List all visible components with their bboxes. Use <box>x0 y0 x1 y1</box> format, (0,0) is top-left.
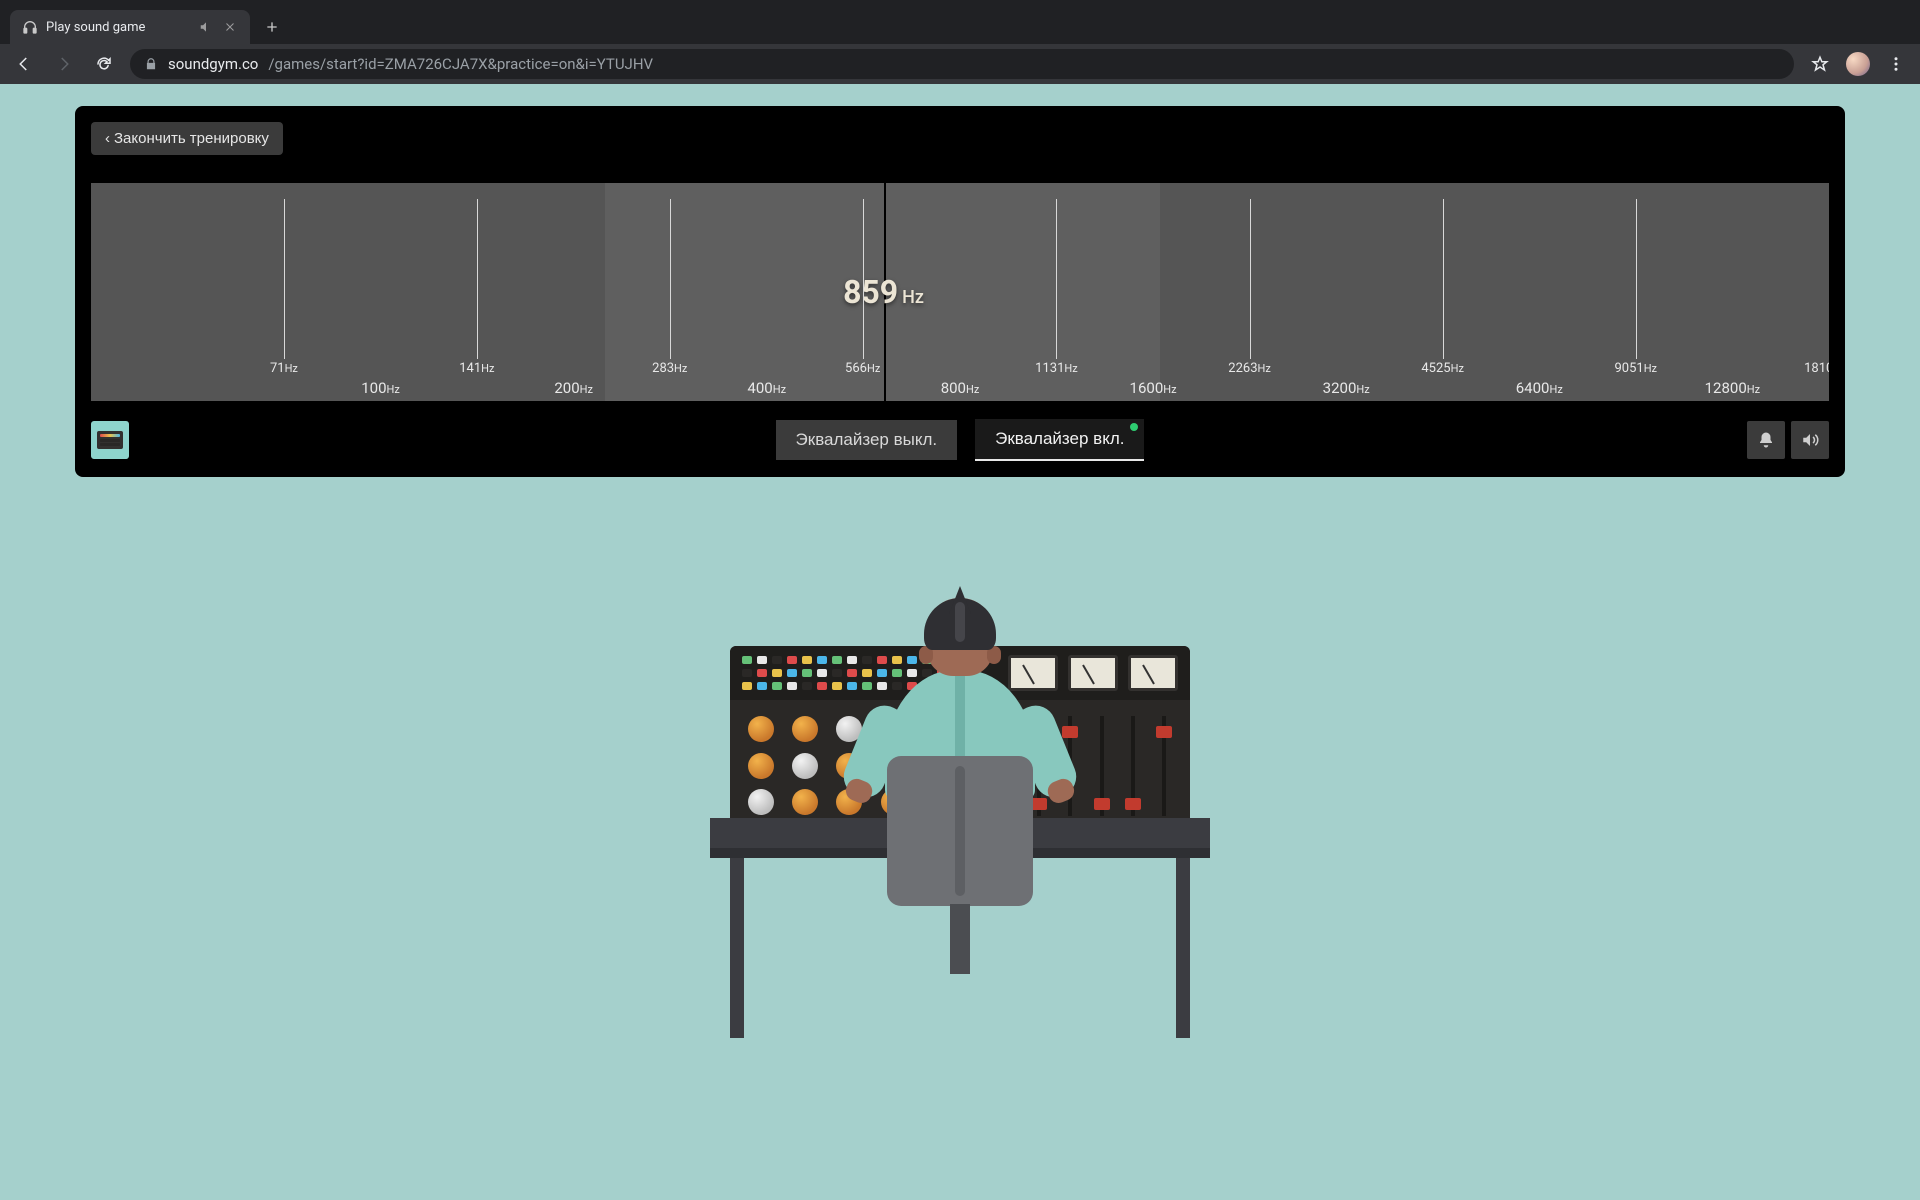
freq-tick-lower: 800Hz <box>941 379 980 397</box>
eq-on-label: Эквалайзер вкл. <box>995 429 1124 448</box>
kebab-menu-icon[interactable] <box>1882 50 1910 78</box>
freq-tick-lower: 100Hz <box>361 379 400 397</box>
notifications-button[interactable] <box>1747 421 1785 459</box>
freq-tick-lower: 200Hz <box>554 379 593 397</box>
speaker-icon <box>1801 431 1819 449</box>
bookmark-star-icon[interactable] <box>1806 50 1834 78</box>
forward-button[interactable] <box>50 50 78 78</box>
frequency-value: 859 <box>843 273 898 311</box>
freq-tick-upper: 9051Hz <box>1614 361 1657 376</box>
control-row: Эквалайзер выкл. Эквалайзер вкл. <box>75 401 1845 461</box>
finish-training-label: Закончить тренировку <box>114 130 269 147</box>
freq-gridline <box>477 199 478 359</box>
game-panel: ‹ Закончить тренировку 859Hz 71Hz 141Hz 28… <box>75 106 1845 477</box>
headphones-icon <box>22 19 38 35</box>
freq-gridline <box>670 199 671 359</box>
engineer-illustration <box>710 584 1210 1014</box>
freq-tick-upper: 4525Hz <box>1421 361 1464 376</box>
finish-training-button[interactable]: ‹ Закончить тренировку <box>91 122 283 155</box>
new-tab-button[interactable] <box>258 13 286 41</box>
chevron-left-icon: ‹ <box>105 130 110 147</box>
freq-tick-lower: 12800Hz <box>1705 379 1760 397</box>
freq-gridline <box>1056 199 1057 359</box>
freq-gridline <box>1250 199 1251 359</box>
url-host: soundgym.co <box>168 55 258 73</box>
volume-button[interactable] <box>1791 421 1829 459</box>
freq-gridline <box>284 199 285 359</box>
freq-tick-upper: 18102Hz <box>1804 361 1829 376</box>
freq-gridline <box>863 199 864 359</box>
freq-tick-lower: 1600Hz <box>1130 379 1177 397</box>
back-button[interactable] <box>10 50 38 78</box>
page-body: ‹ Закончить тренировку 859Hz 71Hz 141Hz 28… <box>0 84 1920 1200</box>
freq-tick-lower: 3200Hz <box>1323 379 1370 397</box>
tab-close-icon[interactable] <box>222 19 238 35</box>
console-icon <box>97 431 123 449</box>
eq-off-label: Эквалайзер выкл. <box>796 430 938 449</box>
freq-gridline <box>1636 199 1637 359</box>
equalizer-off-button[interactable]: Эквалайзер выкл. <box>776 420 958 460</box>
reload-button[interactable] <box>90 50 118 78</box>
freq-tick-lower: 6400Hz <box>1516 379 1563 397</box>
lock-icon <box>144 57 158 71</box>
game-thumbnail[interactable] <box>91 421 129 459</box>
tab-mute-icon[interactable] <box>198 19 214 35</box>
browser-tabstrip: Play sound game <box>0 0 1920 44</box>
freq-tick-upper: 141Hz <box>459 361 494 376</box>
frequency-readout: 859Hz <box>843 273 924 311</box>
bell-icon <box>1757 431 1775 449</box>
freq-tick-upper: 2263Hz <box>1228 361 1271 376</box>
freq-tick-upper: 1131Hz <box>1035 361 1078 376</box>
url-path: /games/start?id=ZMA726CJA7X&practice=on&… <box>268 55 653 73</box>
profile-avatar[interactable] <box>1846 52 1870 76</box>
freq-tick-upper: 71Hz <box>270 361 298 376</box>
address-bar[interactable]: soundgym.co/games/start?id=ZMA726CJA7X&p… <box>130 49 1794 79</box>
freq-tick-upper: 283Hz <box>652 361 687 376</box>
frequency-strip[interactable]: 859Hz 71Hz 141Hz 283Hz 566Hz 1131Hz 2263Hz 452… <box>91 183 1829 401</box>
equalizer-on-button[interactable]: Эквалайзер вкл. <box>975 419 1144 461</box>
tab-title: Play sound game <box>46 20 190 35</box>
browser-toolbar: soundgym.co/games/start?id=ZMA726CJA7X&p… <box>0 44 1920 84</box>
frequency-unit: Hz <box>902 287 924 308</box>
freq-tick-lower: 400Hz <box>747 379 786 397</box>
active-indicator-icon <box>1130 423 1138 431</box>
freq-tick-upper: 566Hz <box>845 361 880 376</box>
browser-tab[interactable]: Play sound game <box>10 10 250 44</box>
freq-gridline <box>1443 199 1444 359</box>
